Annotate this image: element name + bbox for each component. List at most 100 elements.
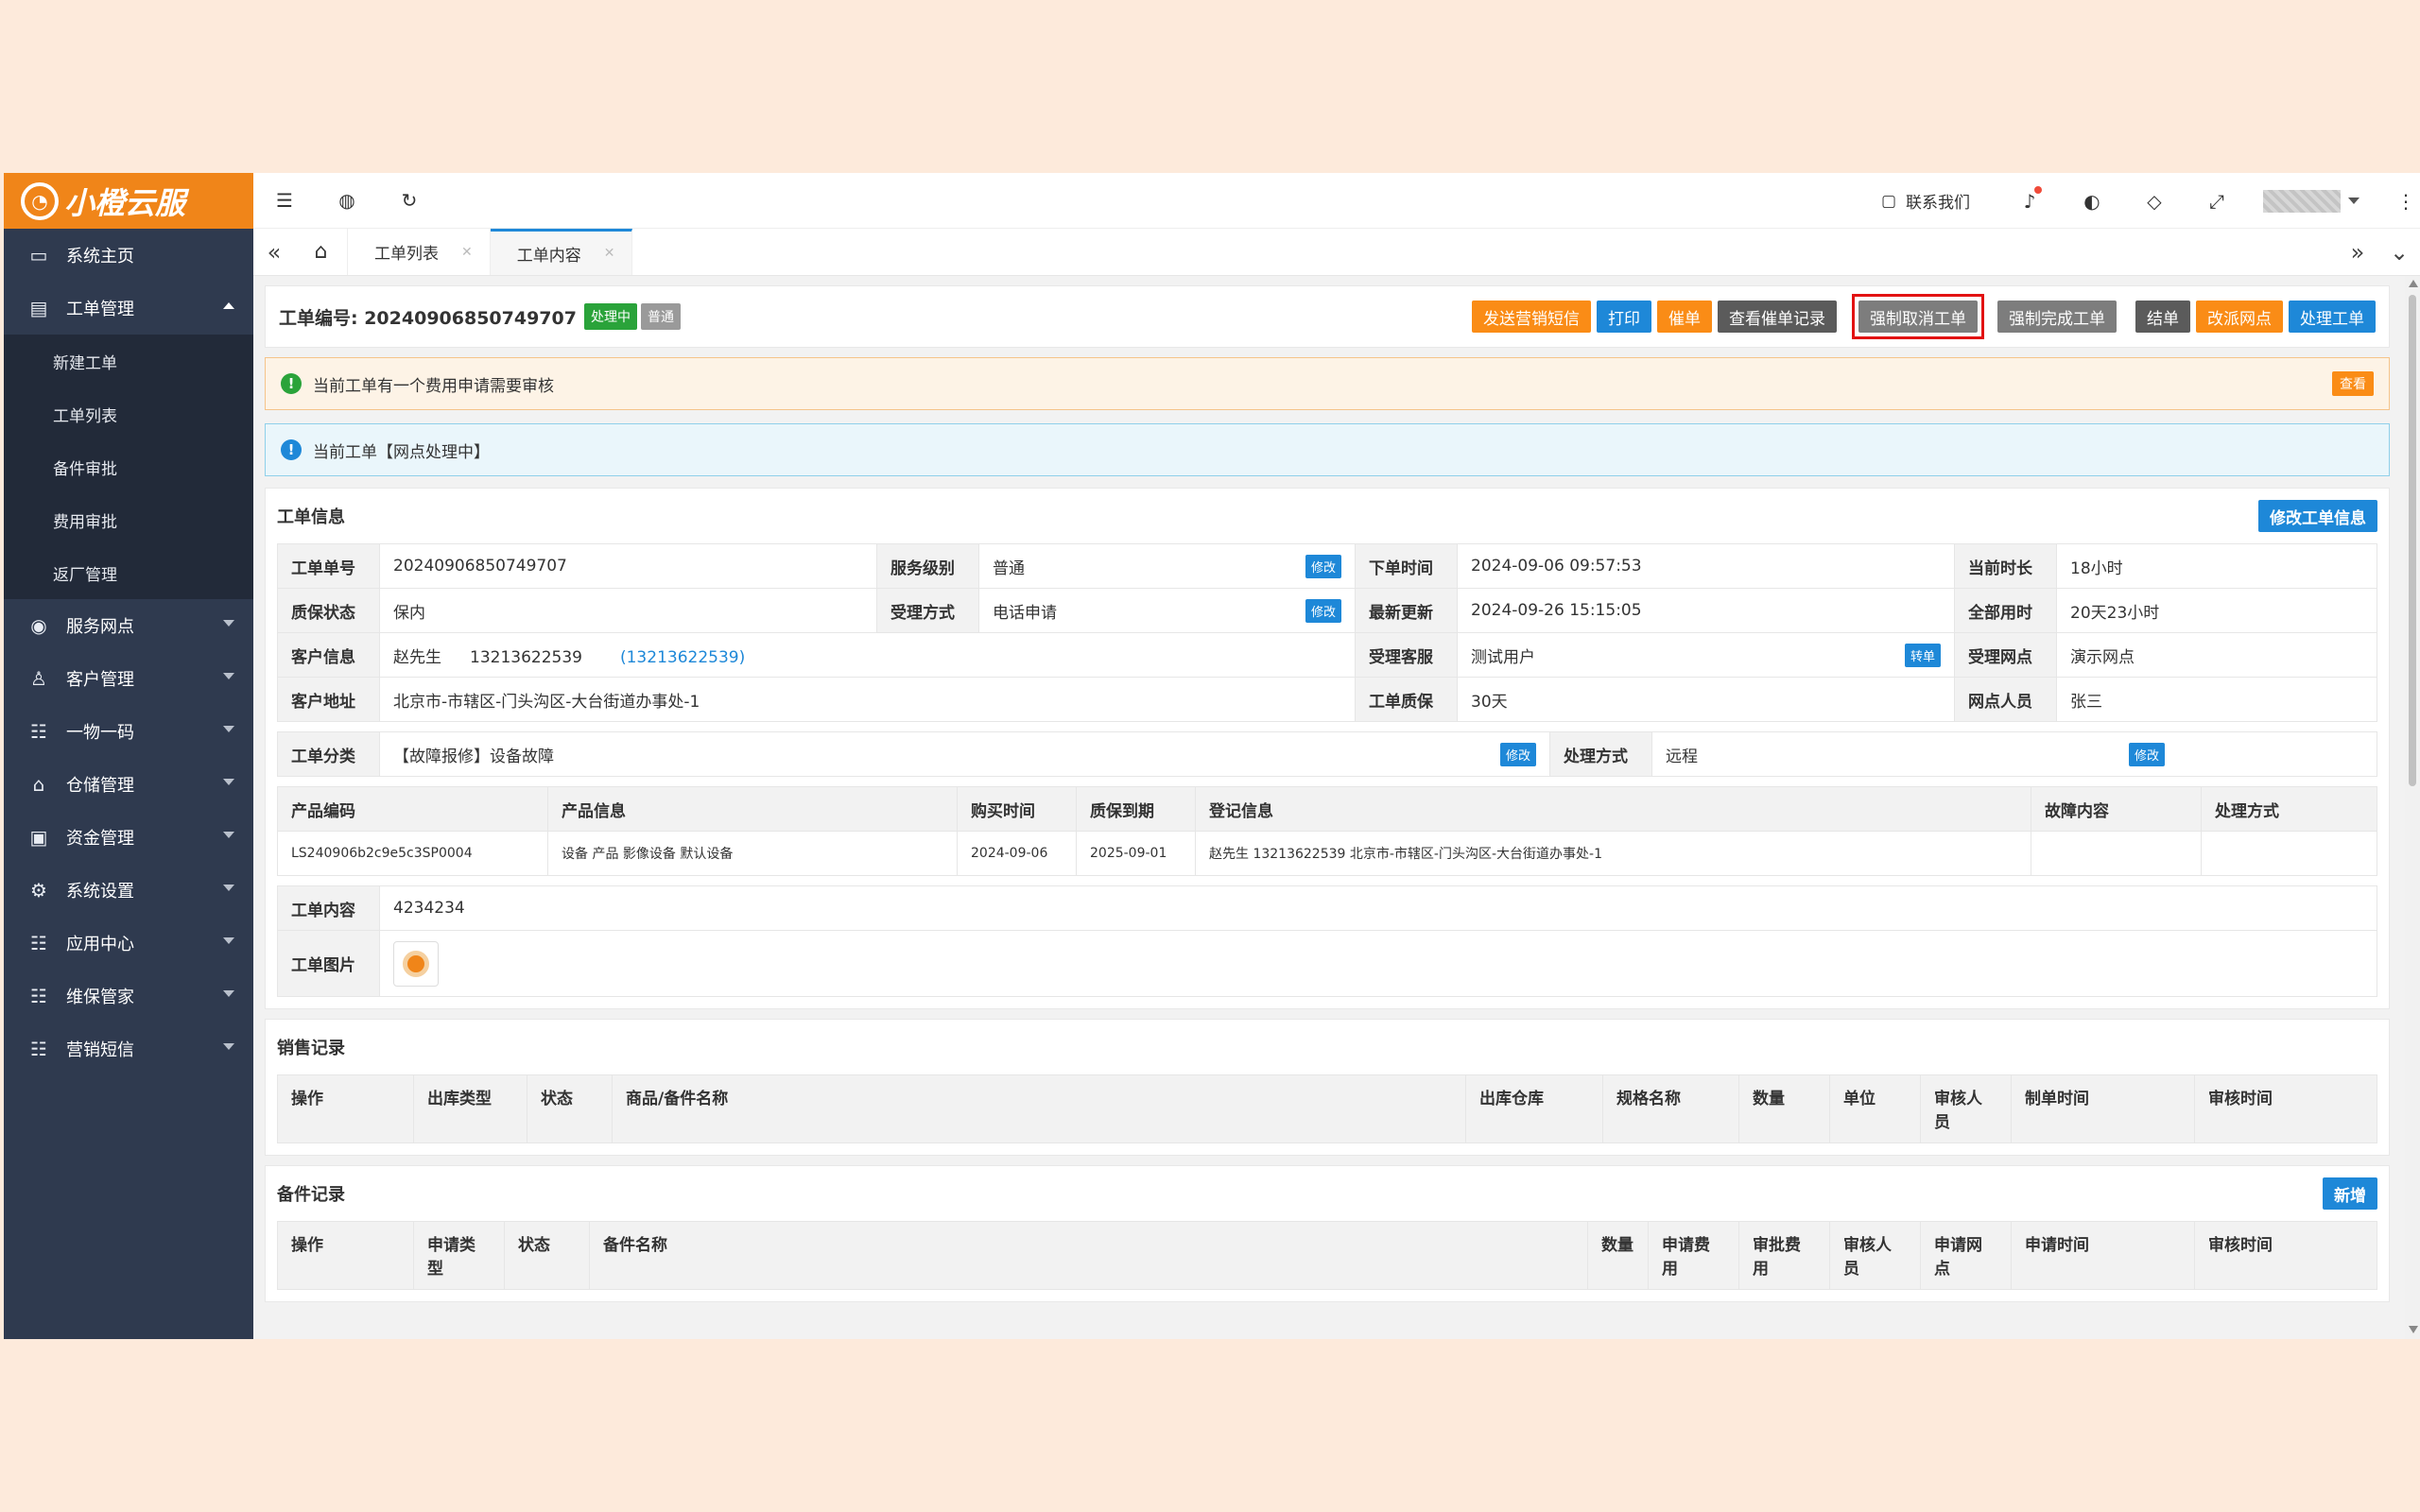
column-header: 单位 (1829, 1074, 1921, 1143)
column-header: 出库类型 (413, 1074, 527, 1143)
globe-icon[interactable]: ◍ (316, 189, 378, 212)
sidebar-item-customers[interactable]: ♙ 客户管理 (4, 652, 253, 705)
sidebar-item-service-sites[interactable]: ◉ 服务网点 (4, 599, 253, 652)
force-cancel-button[interactable]: 强制取消工单 (1858, 301, 1978, 333)
chevron-down-icon[interactable] (2348, 198, 2360, 204)
column-header: 审核时间 (2194, 1074, 2377, 1143)
sidebar-item-one-code[interactable]: ☷ 一物一码 (4, 705, 253, 758)
send-sms-button[interactable]: 发送营销短信 (1472, 301, 1591, 333)
force-complete-button[interactable]: 强制完成工单 (1997, 301, 2117, 333)
sidebar-subitem-return-factory[interactable]: 返厂管理 (4, 546, 253, 599)
edit-order-button[interactable]: 修改工单信息 (2258, 500, 2377, 532)
palette-icon[interactable]: ◐ (2061, 190, 2123, 213)
close-icon[interactable]: ✕ (604, 246, 615, 261)
label-handle-method: 处理方式 (1549, 731, 1652, 777)
bell-icon[interactable]: ♪ (1998, 185, 2061, 213)
table-row: 客户地址 北京市-市辖区-门头沟区-大台街道办事处-1 工单质保 30天 网点人… (277, 677, 2377, 722)
reassign-site-button[interactable]: 改派网点 (2196, 301, 2283, 333)
column-header: 申请网点 (1920, 1221, 2012, 1290)
edit-handle-button[interactable]: 修改 (2128, 742, 2165, 766)
tab-order-list[interactable]: 工单列表 ✕ (348, 229, 491, 275)
column-header: 产品信息 (547, 786, 958, 832)
table-row: 质保状态 保内 受理方式 电话申请 修改 最新更新 2024-09-26 15:1… (277, 588, 2377, 633)
label-service-level: 服务级别 (876, 543, 979, 589)
print-button[interactable]: 打印 (1597, 301, 1651, 333)
brand-logo[interactable]: ◔ 小橙云服 (4, 173, 253, 229)
process-order-button[interactable]: 处理工单 (2289, 301, 2376, 333)
scroll-down-icon[interactable] (2409, 1326, 2418, 1333)
settle-button[interactable]: 结单 (2135, 301, 2190, 333)
column-header: 故障内容 (2031, 786, 2202, 832)
fullscreen-icon[interactable]: ⤢ (2186, 190, 2248, 213)
transfer-button[interactable]: 转单 (1904, 643, 1941, 667)
sidebar-subitem-new-order[interactable]: 新建工单 (4, 335, 253, 387)
scroll-area: 工单编号: 20240906850749707 处理中 普通 发送营销短信 打印… (253, 276, 2405, 1339)
sidebar-item-home[interactable]: ▭ 系统主页 (4, 229, 253, 282)
edit-category-button[interactable]: 修改 (1499, 742, 1536, 766)
chevron-down-icon (223, 990, 234, 997)
fee-alert-text: 当前工单有一个费用申请需要审核 (313, 376, 554, 396)
tab-order-content[interactable]: 工单内容 ✕ (490, 229, 633, 275)
edit-level-button[interactable]: 修改 (1305, 554, 1341, 578)
order-image-thumbnail[interactable] (393, 940, 439, 987)
menu-toggle-icon[interactable]: ☰ (253, 189, 316, 212)
tabs-scroll-right-icon[interactable]: » (2337, 229, 2378, 275)
qr-logo-icon (403, 950, 429, 977)
scrollbar-thumb[interactable] (2409, 295, 2416, 786)
home-icon[interactable]: ⌂ (295, 229, 348, 275)
value-duration: 18小时 (2056, 543, 2377, 589)
label-image: 工单图片 (277, 930, 380, 997)
document-icon: ▤ (29, 297, 48, 319)
sidebar-item-app-center[interactable]: ☷ 应用中心 (4, 917, 253, 970)
status-badge: 处理中 (583, 303, 637, 330)
more-vertical-icon[interactable]: ⋮ (2392, 190, 2420, 213)
notification-dot (2034, 185, 2042, 194)
scroll-up-icon[interactable] (2409, 280, 2418, 287)
tabs-right: » ⌄ (2337, 229, 2420, 275)
tabs-menu-chevron-down-icon[interactable]: ⌄ (2378, 229, 2420, 275)
column-header: 操作 (277, 1074, 414, 1143)
table-row: 客户信息 赵先生 13213622539 (13213622539) 受理客服 测试… (277, 632, 2377, 678)
main-content: 工单编号: 20240906850749707 处理中 普通 发送营销短信 打印… (253, 276, 2420, 1339)
tabs-scroll-left-icon[interactable]: « (253, 229, 295, 275)
column-header: 规格名称 (1602, 1074, 1739, 1143)
urge-button[interactable]: 催单 (1657, 301, 1712, 333)
vertical-scrollbar[interactable] (2405, 276, 2420, 1339)
sidebar-item-settings[interactable]: ⚙ 系统设置 (4, 864, 253, 917)
sidebar-item-marketing-sms[interactable]: ☷ 营销短信 (4, 1022, 253, 1075)
view-button[interactable]: 查看 (2332, 371, 2374, 396)
sidebar-item-maintenance[interactable]: ☷ 维保管家 (4, 970, 253, 1022)
monitor-icon: ▭ (29, 244, 48, 266)
order-info-table: 工单单号 20240906850749707 服务级别 普通 修改 下单时间 20… (277, 543, 2377, 722)
urge-log-button[interactable]: 查看催单记录 (1718, 301, 1837, 333)
sidebar-item-orders[interactable]: ▤ 工单管理 (4, 282, 253, 335)
edit-accept-button[interactable]: 修改 (1305, 598, 1341, 623)
sidebar-item-funds[interactable]: ▣ 资金管理 (4, 811, 253, 864)
add-part-button[interactable]: 新增 (2323, 1177, 2377, 1210)
contact-us-button[interactable]: ▢ 联系我们 (1881, 189, 1970, 214)
refresh-icon[interactable]: ↻ (378, 189, 441, 212)
value-staff: 张三 (2056, 677, 2377, 722)
sidebar-subitem-fee-approval[interactable]: 费用审批 (4, 493, 253, 546)
sidebar-item-warehouse[interactable]: ⌂ 仓储管理 (4, 758, 253, 811)
content-table: 工单内容 4234234 工单图片 (277, 885, 2377, 997)
grid-icon: ☷ (30, 985, 47, 1007)
highlight-box: 强制取消工单 (1852, 294, 1984, 339)
table-header-row: 操作 出库类型 状态 商品/备件名称 出库仓库 规格名称 数量 单位 审核人员 … (277, 1074, 2377, 1143)
customer-phone-link[interactable]: (13213622539) (620, 648, 745, 667)
chevron-down-icon (223, 726, 234, 732)
column-header: 数量 (1587, 1221, 1649, 1290)
value-accept-method: 电话申请 (993, 603, 1057, 623)
avatar[interactable] (2263, 189, 2341, 213)
table-cell: 2024-09-06 (957, 831, 1077, 876)
table-row: 工单图片 (277, 930, 2377, 997)
label-order-no: 工单单号 (277, 543, 380, 589)
label-address: 客户地址 (277, 677, 380, 722)
close-icon[interactable]: ✕ (461, 245, 473, 260)
sidebar-subitem-order-list[interactable]: 工单列表 (4, 387, 253, 440)
sidebar-subitem-parts-approval[interactable]: 备件审批 (4, 440, 253, 493)
app-window: ◔ 小橙云服 ▭ 系统主页 ▤ 工单管理 新建工单 工单列表 备件审批 费用审批 返厂… (4, 173, 2420, 1339)
order-number: 工单编号: 20240906850749707 (279, 307, 577, 329)
tag-icon[interactable]: ◇ (2123, 190, 2186, 213)
value-order-time: 2024-09-06 09:57:53 (1457, 543, 1955, 589)
